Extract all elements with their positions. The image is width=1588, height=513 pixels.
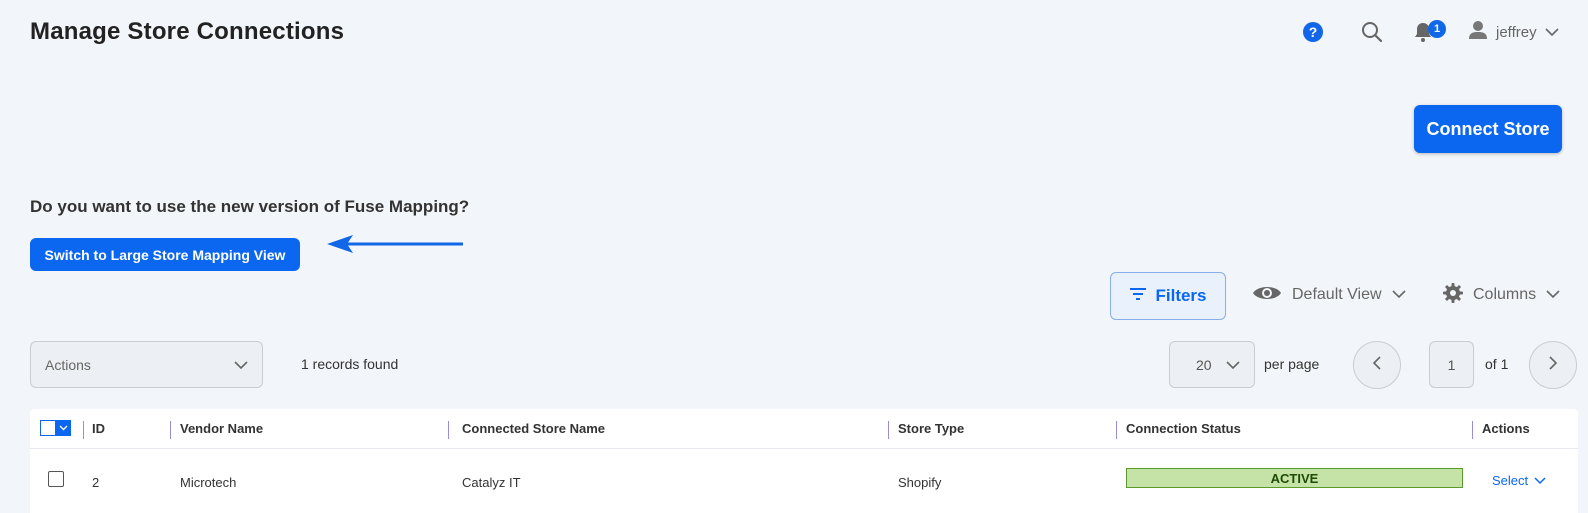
view-label: Default View [1292,286,1382,303]
column-divider [448,421,449,439]
per-page-label: per page [1264,356,1320,372]
help-icon[interactable]: ? [1303,22,1323,42]
column-header-actions: Actions [1482,421,1530,436]
arrow-left-icon [327,233,465,260]
column-divider [1472,421,1473,439]
page-title: Manage Store Connections [30,18,345,45]
gear-icon [1443,282,1463,308]
column-header-vendor[interactable]: Vendor Name [180,421,263,436]
records-count: 1 records found [301,356,399,372]
cell-store-name: Catalyz IT [462,475,521,490]
column-divider [83,421,84,439]
filters-button[interactable]: Filters [1110,272,1226,320]
bulk-actions-label: Actions [45,356,91,373]
chevron-down-icon [234,357,248,373]
row-action-select[interactable]: Select [1492,473,1546,488]
chevron-left-icon [1372,355,1382,375]
columns-label: Columns [1473,286,1537,303]
chevron-down-icon [1545,24,1559,41]
chevron-down-icon [1546,286,1560,304]
connect-store-button[interactable]: Connect Store [1414,105,1562,153]
store-connections-table: ID Vendor Name Connected Store Name Stor… [30,409,1578,513]
chevron-down-icon [1226,357,1240,373]
next-page-button[interactable] [1529,341,1577,389]
chevron-right-icon [1548,355,1558,375]
page-number-input[interactable]: 1 [1429,341,1474,388]
per-page-value: 20 [1196,356,1212,373]
fuse-mapping-question: Do you want to use the new version of Fu… [30,197,470,216]
cell-store-type: Shopify [898,475,942,490]
column-header-id[interactable]: ID [92,421,105,436]
column-divider [1116,421,1117,439]
column-header-status[interactable]: Connection Status [1126,421,1241,436]
filters-label: Filters [1155,286,1207,305]
column-divider [888,421,889,439]
view-dropdown[interactable]: Default View [1252,281,1406,309]
bulk-actions-select[interactable]: Actions [30,341,263,388]
page-total: of 1 [1485,356,1509,372]
per-page-select[interactable]: 20 [1169,341,1255,388]
filter-icon [1129,286,1147,307]
column-header-store-name[interactable]: Connected Store Name [462,421,605,436]
status-badge: ACTIVE [1126,468,1463,488]
user-menu[interactable]: jeffrey [1468,20,1559,44]
eye-icon [1252,283,1282,308]
search-icon[interactable] [1360,20,1384,44]
column-header-store-type[interactable]: Store Type [898,421,964,436]
cell-id: 2 [92,475,100,490]
username: jeffrey [1496,23,1537,41]
table-header: ID Vendor Name Connected Store Name Stor… [30,409,1578,449]
columns-dropdown[interactable]: Columns [1443,281,1560,309]
row-action-label: Select [1492,473,1529,488]
switch-view-button[interactable]: Switch to Large Store Mapping View [30,238,300,271]
chevron-down-icon [1391,286,1406,304]
cell-vendor: Microtech [180,475,237,490]
prev-page-button[interactable] [1353,341,1401,389]
select-all-checkbox[interactable] [40,420,71,436]
row-checkbox[interactable] [48,471,64,487]
chevron-down-icon [1534,473,1546,488]
user-icon [1468,20,1488,44]
notification-badge: 1 [1428,20,1446,38]
column-divider [170,421,171,439]
chevron-down-icon [56,420,71,436]
